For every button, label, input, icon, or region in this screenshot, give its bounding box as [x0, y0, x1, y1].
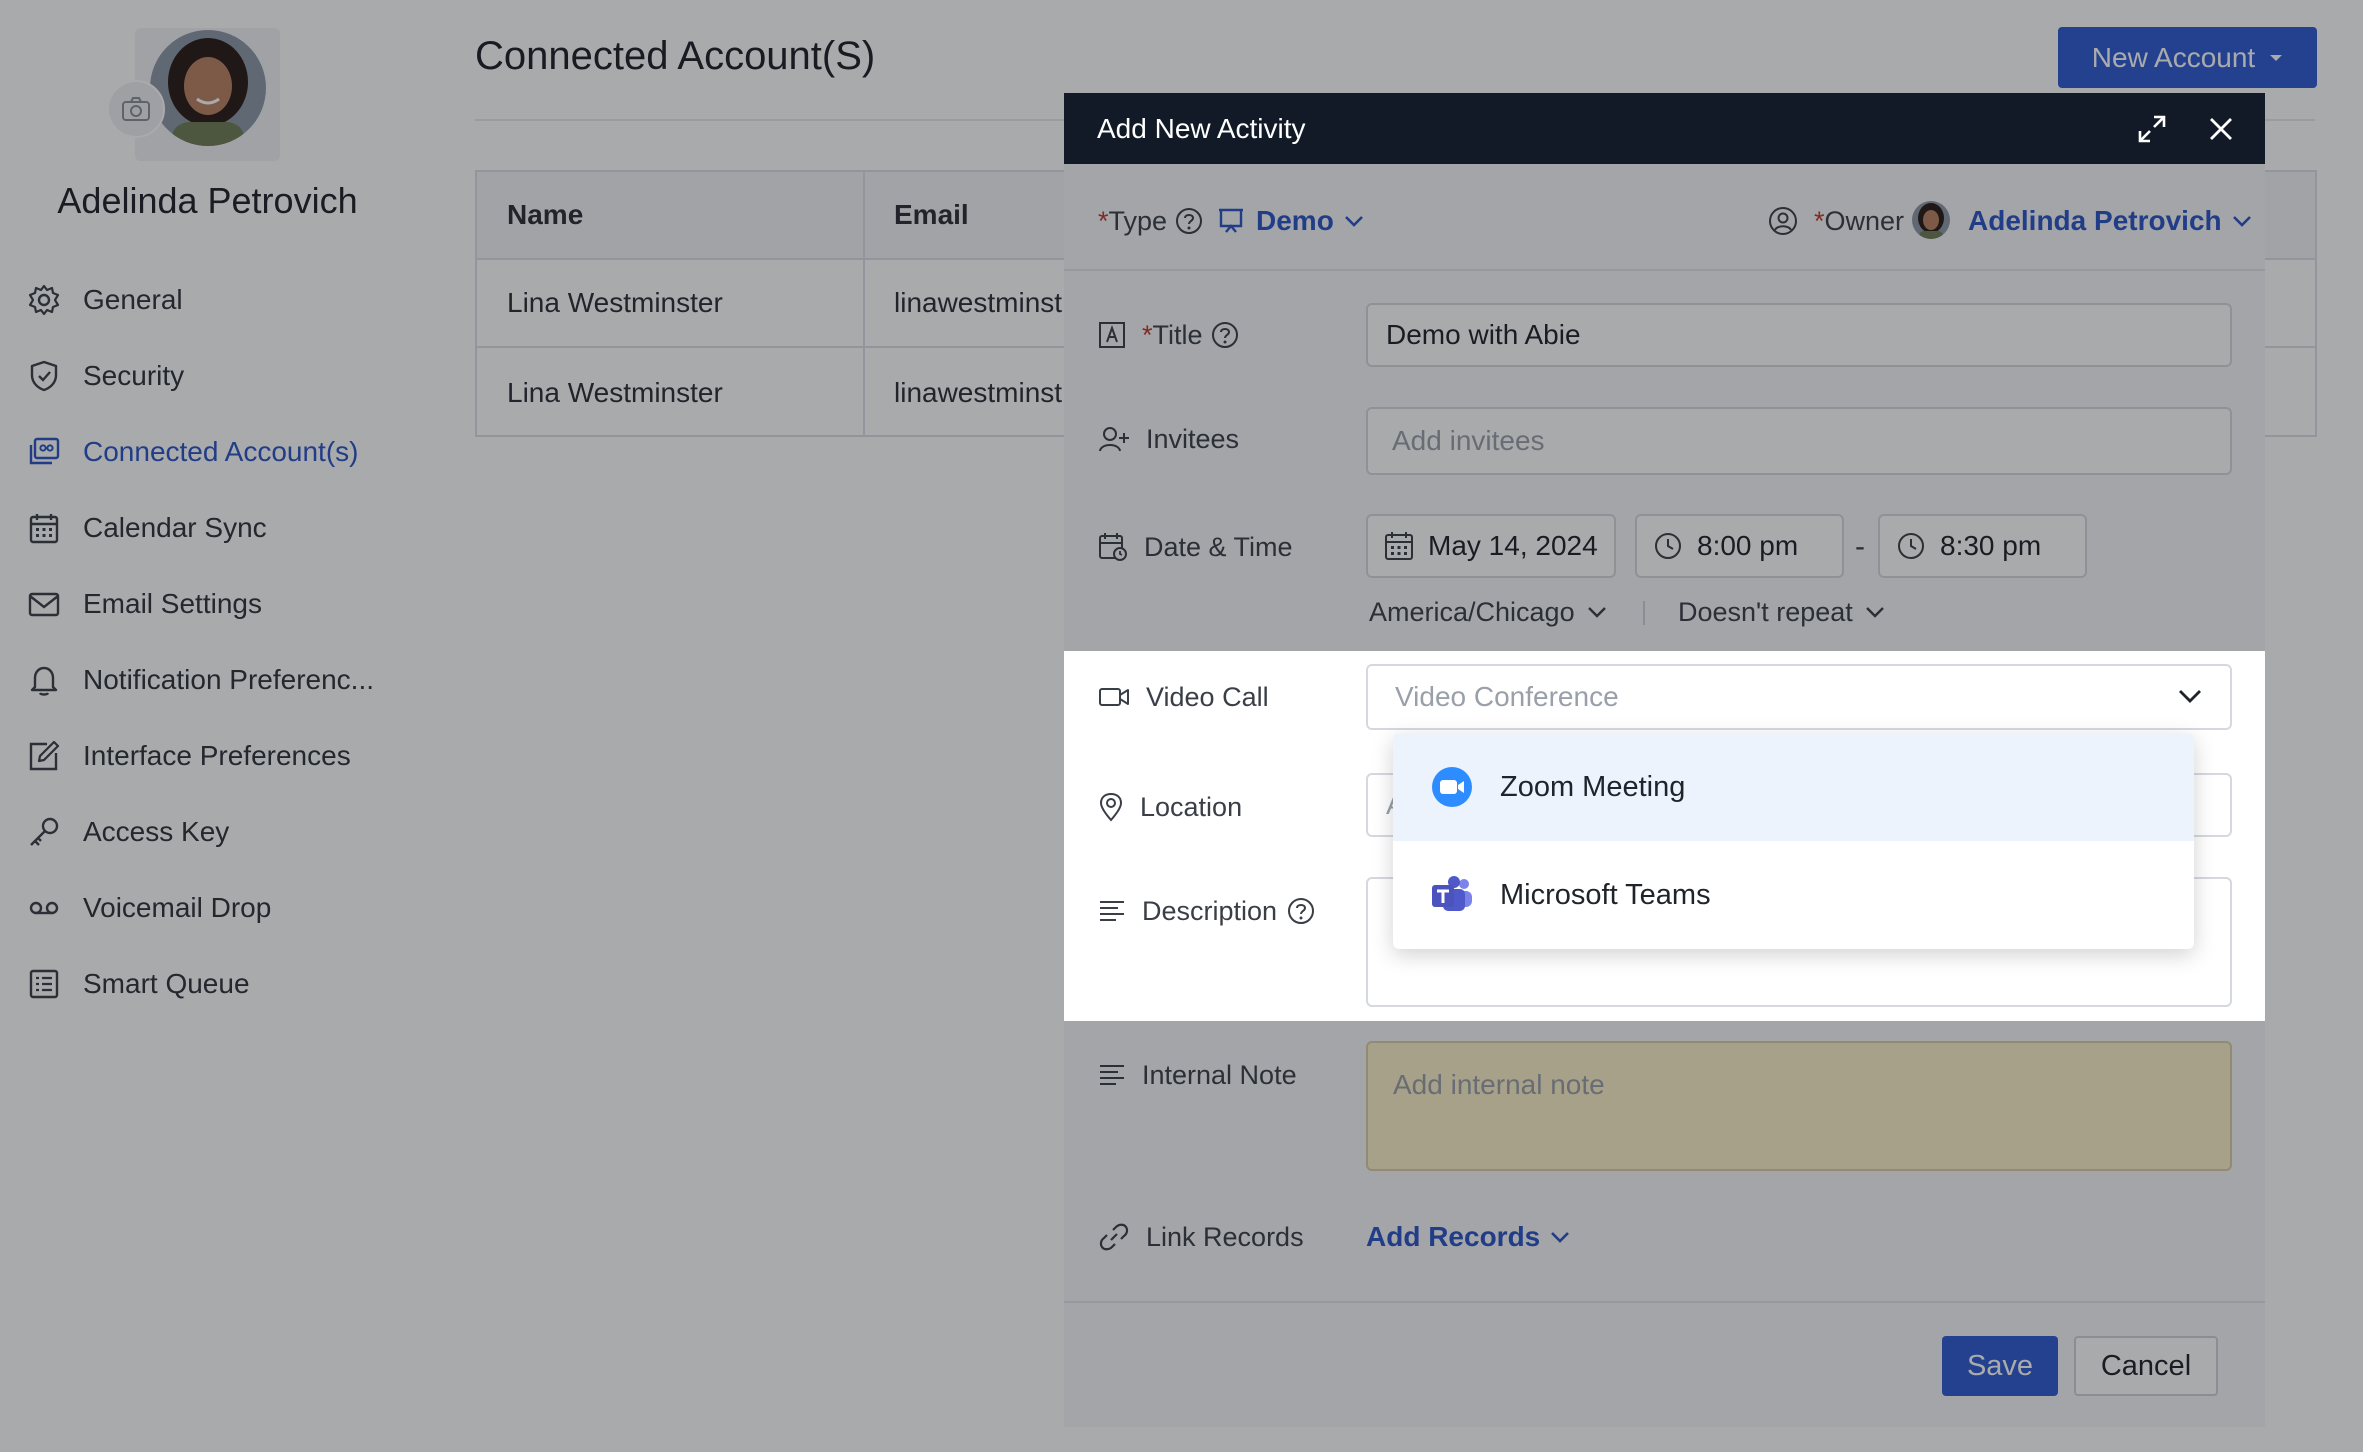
owner-select[interactable]: Adelinda Petrovich — [1968, 199, 2252, 243]
end-time-picker[interactable]: 8:30 pm — [1878, 514, 2087, 578]
timezone-value: America/Chicago — [1369, 596, 1575, 627]
add-activity-modal: Add New Activity * Type Demo * Owner Ade… — [1064, 93, 2265, 1427]
video-call-placeholder: Video Conference — [1395, 681, 1619, 712]
video-call-field-label: Video Call — [1098, 675, 1269, 719]
link-records-label: Link Records — [1146, 1221, 1304, 1252]
text-lines-icon — [1098, 1062, 1126, 1088]
internal-note-field-label: Internal Note — [1098, 1053, 1297, 1097]
chevron-down-icon — [1587, 607, 1606, 618]
expand-icon[interactable] — [2134, 111, 2170, 147]
internal-note-label: Internal Note — [1142, 1059, 1297, 1090]
video-call-label: Video Call — [1146, 681, 1269, 712]
option-label: Microsoft Teams — [1500, 878, 1711, 911]
save-button[interactable]: Save — [1942, 1336, 2058, 1396]
calendar-clock-icon — [1098, 532, 1128, 562]
description-field-label: Description — [1098, 889, 1331, 933]
chevron-down-icon — [2179, 690, 2201, 703]
title-input[interactable]: Demo with Abie — [1366, 303, 2232, 367]
time-separator: - — [1855, 530, 1865, 563]
repeat-value: Doesn't repeat — [1678, 596, 1853, 627]
user-circle-icon — [1768, 206, 1798, 236]
invitees-label: Invitees — [1146, 423, 1240, 454]
invitees-field-label: Invitees — [1098, 417, 1239, 461]
chevron-down-icon — [1551, 1232, 1570, 1243]
start-time-picker[interactable]: 8:00 pm — [1635, 514, 1844, 578]
description-label: Description — [1142, 895, 1278, 926]
option-label: Zoom Meeting — [1500, 770, 1686, 803]
internal-note-input[interactable]: Add internal note — [1366, 1041, 2232, 1171]
datetime-label: Date & Time — [1144, 531, 1293, 562]
teams-icon — [1430, 873, 1474, 917]
owner-value: Adelinda Petrovich — [1968, 205, 2222, 236]
title-field-label: * Title — [1098, 313, 1255, 357]
datetime-field-label: Date & Time — [1098, 525, 1293, 569]
demo-board-icon — [1219, 208, 1243, 233]
required-marker: * — [1142, 319, 1153, 350]
video-call-dropdown: Zoom Meeting Microsoft Teams — [1393, 733, 2194, 949]
date-value: May 14, 2024 — [1428, 530, 1598, 561]
location-label: Location — [1140, 791, 1243, 822]
type-value: Demo — [1256, 205, 1334, 236]
link-icon — [1098, 1221, 1130, 1253]
location-field-label: Location — [1098, 785, 1242, 829]
close-icon[interactable] — [2203, 111, 2239, 147]
internal-note-placeholder: Add internal note — [1393, 1069, 1605, 1100]
end-time-value: 8:30 pm — [1940, 530, 2042, 561]
add-records-label: Add Records — [1366, 1221, 1541, 1252]
add-user-icon — [1098, 425, 1130, 453]
owner-field: * Owner — [1768, 199, 1904, 243]
calendar-icon — [1385, 532, 1413, 560]
clock-icon — [1898, 533, 1924, 559]
add-records-dropdown[interactable]: Add Records — [1366, 1215, 1570, 1259]
required-marker: * — [1814, 205, 1825, 236]
video-camera-icon — [1098, 684, 1130, 710]
date-picker[interactable]: May 14, 2024 — [1366, 514, 1616, 578]
title-label: Title — [1152, 319, 1203, 350]
modal-header: Add New Activity — [1064, 93, 2265, 164]
invitees-input[interactable]: Add invitees — [1366, 407, 2232, 475]
text-lines-icon — [1098, 898, 1126, 924]
repeat-select[interactable]: Doesn't repeat — [1678, 591, 1885, 633]
type-field: * Type — [1098, 199, 1219, 243]
option-zoom-meeting[interactable]: Zoom Meeting — [1393, 733, 2194, 841]
help-icon[interactable] — [1287, 897, 1315, 925]
required-marker: * — [1098, 205, 1109, 236]
link-records-field-label: Link Records — [1098, 1215, 1304, 1259]
text-box-icon — [1098, 321, 1126, 349]
type-select[interactable]: Demo — [1216, 199, 1364, 243]
video-call-select[interactable]: Video Conference — [1366, 664, 2232, 730]
divider — [1064, 269, 2265, 271]
modal-title: Add New Activity — [1097, 112, 1306, 144]
divider — [1064, 1301, 2265, 1303]
help-icon[interactable] — [1211, 321, 1239, 349]
zoom-icon — [1430, 765, 1474, 809]
divider — [1643, 601, 1645, 625]
chevron-down-icon — [1865, 607, 1884, 618]
chevron-down-icon — [2232, 216, 2251, 227]
clock-icon — [1655, 533, 1681, 559]
owner-avatar — [1912, 201, 1950, 239]
chevron-down-icon — [1344, 216, 1363, 227]
option-microsoft-teams[interactable]: Microsoft Teams — [1393, 841, 2194, 949]
help-icon[interactable] — [1175, 207, 1203, 235]
type-label: Type — [1108, 205, 1168, 236]
map-pin-icon — [1098, 792, 1124, 822]
cancel-button[interactable]: Cancel — [2074, 1336, 2218, 1396]
owner-label: Owner — [1824, 205, 1905, 236]
timezone-select[interactable]: America/Chicago — [1369, 591, 1607, 633]
start-time-value: 8:00 pm — [1697, 530, 1799, 561]
